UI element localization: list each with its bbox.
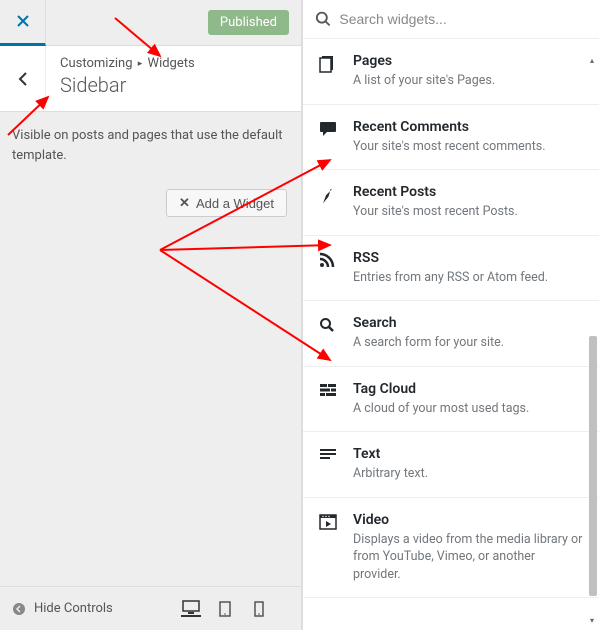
header-section: Customizing ▸ Widgets Sidebar bbox=[0, 46, 301, 112]
widget-item-pages[interactable]: Pages A list of your site's Pages. bbox=[303, 39, 599, 105]
breadcrumb: Customizing ▸ Widgets bbox=[60, 56, 287, 71]
search-icon bbox=[319, 317, 335, 333]
text-icon bbox=[319, 448, 337, 460]
scrollbar-thumb[interactable] bbox=[589, 336, 597, 596]
add-widget-label: Add a Widget bbox=[196, 196, 274, 211]
add-widget-button[interactable]: ✕ Add a Widget bbox=[166, 189, 287, 217]
device-tablet-button[interactable] bbox=[215, 601, 235, 617]
widget-item-tag-cloud[interactable]: Tag Cloud A cloud of your most used tags… bbox=[303, 367, 599, 433]
widget-desc: Your site's most recent comments. bbox=[353, 138, 583, 156]
breadcrumb-parent: Customizing bbox=[60, 56, 133, 71]
breadcrumb-separator-icon: ▸ bbox=[138, 59, 143, 69]
back-button[interactable] bbox=[0, 46, 46, 111]
search-icon bbox=[315, 10, 331, 28]
hide-controls-label: Hide Controls bbox=[34, 601, 113, 616]
mobile-icon bbox=[254, 601, 264, 617]
desktop-icon bbox=[182, 600, 200, 614]
search-bar[interactable] bbox=[303, 0, 599, 39]
scrollbar[interactable]: ▴ ▾ bbox=[587, 56, 597, 626]
widget-desc: Your site's most recent Posts. bbox=[353, 203, 583, 221]
pages-icon bbox=[319, 55, 335, 73]
topbar: Published bbox=[0, 0, 301, 46]
widget-item-recent-comments[interactable]: Recent Comments Your site's most recent … bbox=[303, 105, 599, 171]
close-icon: ✕ bbox=[179, 195, 190, 211]
tag-cloud-icon bbox=[319, 383, 337, 397]
collapse-icon bbox=[12, 602, 26, 616]
widget-desc: Displays a video from the media library … bbox=[353, 531, 583, 584]
search-input[interactable] bbox=[339, 11, 587, 27]
video-icon bbox=[319, 514, 337, 530]
widget-desc: A list of your site's Pages. bbox=[353, 72, 583, 90]
widget-title: Recent Comments bbox=[353, 119, 583, 135]
device-desktop-button[interactable] bbox=[181, 601, 201, 617]
widget-item-rss[interactable]: RSS Entries from any RSS or Atom feed. bbox=[303, 236, 599, 302]
widget-desc: A search form for your site. bbox=[353, 334, 583, 352]
widget-title: Recent Posts bbox=[353, 184, 583, 200]
comment-icon bbox=[319, 121, 337, 137]
close-button[interactable] bbox=[0, 0, 46, 46]
scroll-up-icon[interactable]: ▴ bbox=[587, 56, 597, 66]
widget-title: Pages bbox=[353, 53, 583, 69]
close-icon bbox=[15, 13, 31, 29]
widget-title: Text bbox=[353, 446, 583, 462]
bottom-controls: Hide Controls bbox=[0, 586, 301, 630]
widget-desc: A cloud of your most used tags. bbox=[353, 400, 583, 418]
widget-item-text[interactable]: Text Arbitrary text. bbox=[303, 432, 599, 498]
widget-item-search[interactable]: Search A search form for your site. bbox=[303, 301, 599, 367]
widget-title: RSS bbox=[353, 250, 583, 266]
widget-item-recent-posts[interactable]: Recent Posts Your site's most recent Pos… bbox=[303, 170, 599, 236]
hide-controls-button[interactable]: Hide Controls bbox=[12, 601, 113, 616]
chevron-left-icon bbox=[17, 70, 29, 88]
widget-title: Search bbox=[353, 315, 583, 331]
pin-icon bbox=[319, 186, 335, 204]
tablet-icon bbox=[219, 601, 231, 617]
breadcrumb-child: Widgets bbox=[148, 56, 195, 71]
widget-title: Tag Cloud bbox=[353, 381, 583, 397]
scroll-down-icon[interactable]: ▾ bbox=[587, 616, 597, 626]
widget-desc: Arbitrary text. bbox=[353, 465, 583, 483]
rss-icon bbox=[319, 252, 335, 268]
widget-list: Pages A list of your site's Pages. Recen… bbox=[303, 39, 599, 630]
device-mobile-button[interactable] bbox=[249, 601, 269, 617]
widget-title: Video bbox=[353, 512, 583, 528]
page-title: Sidebar bbox=[60, 73, 287, 97]
published-badge: Published bbox=[208, 10, 289, 35]
widget-item-video[interactable]: Video Displays a video from the media li… bbox=[303, 498, 599, 599]
widget-desc: Entries from any RSS or Atom feed. bbox=[353, 269, 583, 287]
sidebar-description: Visible on posts and pages that use the … bbox=[0, 112, 301, 179]
